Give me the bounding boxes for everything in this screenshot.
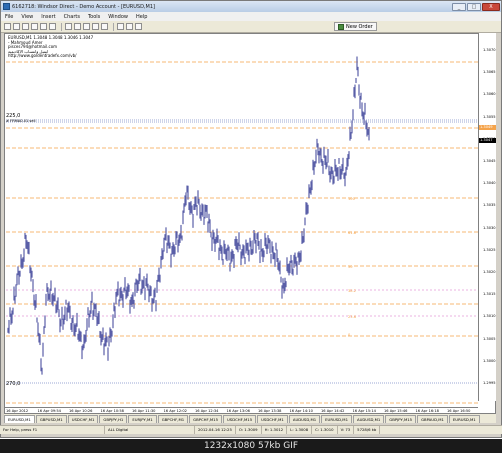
chart-tab[interactable]: AUDUSD,M1 <box>288 415 321 423</box>
chart-tab[interactable]: GBPCHF,M1 <box>157 415 189 423</box>
price-tick-label: 1.3005 <box>483 336 496 341</box>
indicator-label: # FRMA0.01 sell <box>6 119 36 123</box>
time-tick-label: 16 Apr 11:30 <box>132 409 156 413</box>
status-help: For Help, press F1 <box>0 426 105 434</box>
price-tick-label: 1.3060 <box>483 92 496 97</box>
status-profile: ALL Digital <box>105 426 195 434</box>
time-tick-label: 16 Apr 16:50 <box>447 409 471 413</box>
price-chart-svg: 10061.85038.223.60 <box>6 56 478 404</box>
price-tick-label: 1.3015 <box>483 292 496 297</box>
chart-tab[interactable]: GBPJPY,H1 <box>99 415 128 423</box>
time-tick-label: 16 Apr 15:14 <box>352 409 376 413</box>
price-tick-label: 1.3010 <box>483 314 496 319</box>
status-low: L: 1.3008 <box>287 426 313 434</box>
chart-tab[interactable]: EURUSD,M1 <box>448 415 480 423</box>
current-price-tag: 1.3047 <box>479 138 496 143</box>
time-tick-label: 16 Apr 14:10 <box>289 409 313 413</box>
chart-tabs: EURUSD,M1 GBPUSD,M1 USDCHF,M1 GBPJPY,H1 EURJ… <box>4 414 496 423</box>
level-low-label: 270,0 <box>6 381 21 387</box>
status-volume: V: 73 <box>338 426 355 434</box>
price-tick-label: 1.3035 <box>483 203 496 208</box>
status-open: O: 1.3009 <box>236 426 262 434</box>
time-tick-label: 16 Apr 10:26 <box>69 409 93 413</box>
status-datetime: 2012.04.16 12:25 <box>195 426 236 434</box>
time-tick-label: 16 Apr 12:34 <box>195 409 219 413</box>
image-caption: 1232x1080 57kb GIF <box>0 439 502 453</box>
status-high: H: 1.3012 <box>262 426 288 434</box>
price-scale[interactable] <box>478 33 496 401</box>
chart-tab[interactable]: EURUSD,M1 <box>4 415 35 423</box>
price-tick-label: 1.2995 <box>483 381 496 385</box>
price-tick-label: 1.3000 <box>483 358 496 363</box>
status-close: C: 1.3010 <box>312 426 338 434</box>
chart-tab[interactable]: USDCHF,M1 <box>257 415 288 423</box>
fib-level-label: 61.8 <box>348 231 357 235</box>
fib-price-tag: 1.3049 <box>479 125 496 130</box>
chart-tab[interactable]: USDCHF,M15 <box>223 415 257 423</box>
time-tick-label: 16 Apr 2012 <box>6 409 29 413</box>
price-tick-label: 1.3065 <box>483 70 496 75</box>
price-tick-label: 1.3025 <box>483 247 496 252</box>
time-tick-label: 16 Apr 13:38 <box>258 409 282 413</box>
price-tick-label: 1.3045 <box>483 159 496 163</box>
time-tick-label: 16 Apr 16:18 <box>415 409 439 413</box>
price-tick-label: 1.3040 <box>483 181 496 186</box>
time-tick-label: 16 Apr 14:42 <box>321 409 345 413</box>
chart-tab[interactable]: EURJPY,M1 <box>128 415 157 423</box>
price-tick-label: 1.3020 <box>483 270 496 274</box>
chart-tab[interactable]: GBPAUD,M1 <box>417 415 448 423</box>
price-tick-label: 1.3070 <box>483 48 496 52</box>
fib-level-label: 23.6 <box>348 315 357 319</box>
chart-tab[interactable]: GBPJPY,M15 <box>385 415 417 423</box>
fib-level-label: 50 <box>348 265 353 269</box>
chart-tab[interactable]: GBPUSD,M1 <box>35 415 67 423</box>
price-tick-label: 1.3030 <box>483 225 496 230</box>
time-tick-label: 16 Apr 15:46 <box>384 409 408 413</box>
price-tick-label: 1.3055 <box>483 114 496 119</box>
fib-level-label: 38.2 <box>348 289 356 293</box>
chart-tab[interactable]: GBPCHF,M15 <box>189 415 223 423</box>
chart-tab[interactable]: USDCHF,M1 <box>67 415 99 423</box>
time-tick-label: 16 Apr 10:58 <box>100 409 124 413</box>
time-tick-label: 16 Apr 09:54 <box>37 409 61 413</box>
fib-level-label: 100 <box>348 197 356 201</box>
time-tick-label: 16 Apr 12:02 <box>163 409 187 413</box>
chart-tab[interactable]: EURUSD,M1 <box>321 415 352 423</box>
status-traffic: 5728/6 kb <box>354 426 381 434</box>
chart-tab[interactable]: AUDUSD,M1 <box>352 415 385 423</box>
status-bar: For Help, press F1 ALL Digital 2012.04.1… <box>0 425 502 434</box>
time-tick-label: 16 Apr 13:06 <box>226 409 250 413</box>
